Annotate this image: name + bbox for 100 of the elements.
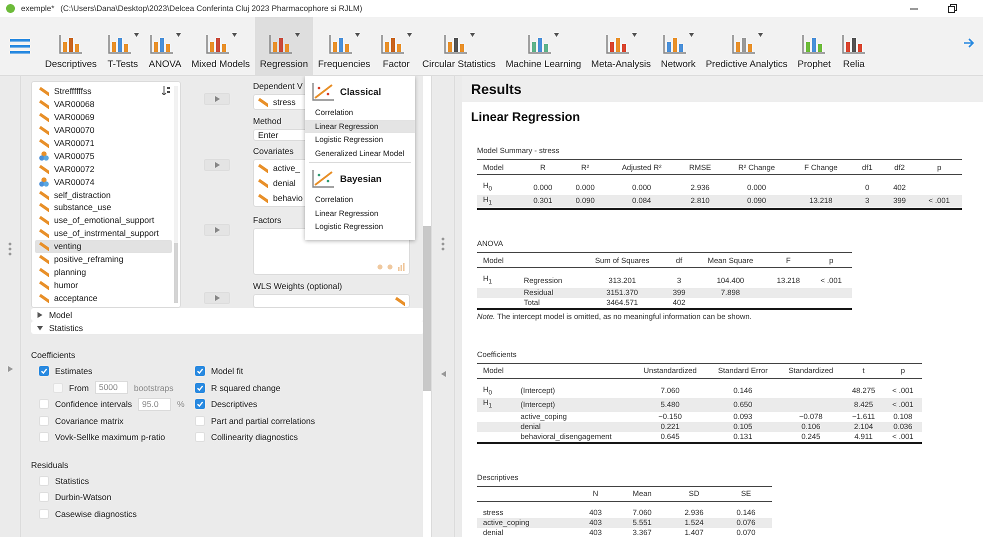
checkbox[interactable] bbox=[195, 399, 205, 410]
variable-item[interactable]: venting bbox=[35, 240, 172, 253]
option-label: Casewise diagnostics bbox=[55, 508, 137, 519]
collapse-icon[interactable] bbox=[440, 370, 446, 376]
ruler-icon bbox=[39, 190, 49, 200]
drag-handle-icon[interactable] bbox=[441, 236, 445, 250]
variable-item[interactable]: use_of_instrmental_support bbox=[35, 226, 172, 240]
menu-icon[interactable] bbox=[10, 38, 30, 54]
group-label: Coefficients bbox=[31, 350, 76, 360]
ruler-icon bbox=[258, 163, 268, 174]
field-label: Dependent V bbox=[253, 81, 303, 91]
ruler-icon bbox=[39, 292, 49, 303]
drag-handle-icon[interactable] bbox=[8, 242, 12, 256]
group-label: Residuals bbox=[31, 460, 68, 470]
chart-icon bbox=[380, 33, 406, 55]
file-name: exemple* bbox=[21, 4, 54, 13]
chart-icon bbox=[527, 33, 554, 55]
sort-icon[interactable] bbox=[162, 86, 170, 95]
variable-item[interactable]: acceptance bbox=[35, 291, 172, 304]
toolbar-button[interactable]: ANOVA bbox=[144, 17, 186, 75]
option-label: Estimates bbox=[55, 366, 92, 376]
checkbox[interactable] bbox=[195, 382, 205, 393]
field-label: Covariates bbox=[253, 146, 294, 156]
section-header[interactable]: Model bbox=[31, 308, 423, 321]
option-label: Collinearity diagnostics bbox=[211, 432, 298, 442]
menu-heading: Bayesian bbox=[340, 174, 382, 184]
ruler-icon bbox=[39, 125, 49, 136]
section-header[interactable]: Statistics bbox=[31, 321, 423, 334]
checkbox[interactable] bbox=[39, 366, 49, 376]
scrollbar-thumb[interactable] bbox=[423, 226, 431, 391]
option-label: Part and partial correlations bbox=[211, 416, 315, 426]
chart-icon bbox=[605, 33, 631, 55]
ruler-icon bbox=[39, 86, 49, 96]
chart-icon bbox=[58, 33, 84, 55]
variable-item[interactable]: VAR00075 bbox=[35, 149, 172, 162]
variable-item[interactable]: positive_reframing bbox=[35, 252, 172, 266]
toolbar-button[interactable]: Mixed Models bbox=[186, 17, 255, 75]
toolbar-button[interactable]: T-Tests bbox=[102, 17, 144, 75]
option-label: From bbox=[69, 382, 89, 393]
option-label: Statistics bbox=[55, 476, 90, 486]
variable-item[interactable]: denial bbox=[273, 178, 296, 188]
arrow-icon bbox=[214, 295, 220, 301]
restore-icon[interactable] bbox=[948, 4, 957, 13]
ruler-icon bbox=[39, 228, 49, 238]
variable-item[interactable]: active_ bbox=[273, 163, 300, 174]
file-path: (C:\Users\Dana\Desktop\2023\Delcea Conferinta Cluj 2023 Pharmacophore si RJLM) bbox=[60, 4, 362, 13]
toolbar-button[interactable]: Meta-Analysis bbox=[586, 17, 656, 75]
toolbar-button[interactable]: Regression bbox=[254, 17, 313, 75]
variable-item[interactable]: VAR00070 bbox=[35, 124, 172, 137]
option-label: R squared change bbox=[211, 382, 280, 393]
variable-item[interactable]: humor bbox=[35, 278, 172, 292]
ruler-icon bbox=[39, 99, 49, 110]
move-button[interactable] bbox=[204, 292, 230, 304]
expand-icon bbox=[37, 312, 43, 318]
input-field[interactable]: 5000 bbox=[94, 381, 128, 394]
regression-icon bbox=[311, 82, 335, 102]
chart-icon bbox=[662, 33, 688, 55]
variable-item[interactable]: substance_use bbox=[35, 201, 172, 214]
toolbar-button[interactable]: Prophet bbox=[792, 17, 836, 75]
app-logo-icon bbox=[6, 4, 15, 13]
variable-item[interactable]: VAR00074 bbox=[35, 175, 172, 188]
option-label: Covariance matrix bbox=[55, 416, 124, 426]
toolbar-button[interactable]: Network bbox=[656, 17, 701, 75]
variable-item[interactable]: planning bbox=[35, 265, 172, 278]
toolbar-button[interactable]: Relia bbox=[836, 17, 872, 75]
toolbar-button[interactable]: Descriptives bbox=[40, 17, 102, 75]
toolbar-button[interactable]: Machine Learning bbox=[500, 17, 586, 75]
ruler-icon bbox=[39, 138, 49, 148]
variable-item[interactable]: VAR00072 bbox=[35, 162, 172, 176]
toolbar-button[interactable]: Predictive Analytics bbox=[700, 17, 793, 75]
nominal-icon bbox=[39, 176, 49, 187]
move-button[interactable] bbox=[204, 93, 230, 105]
ruler-icon bbox=[39, 215, 49, 226]
chart-icon bbox=[268, 33, 294, 55]
chart-icon bbox=[730, 33, 757, 55]
arrow-icon bbox=[214, 227, 220, 233]
variable-item[interactable]: VAR00068 bbox=[35, 98, 172, 111]
ruler-icon bbox=[39, 202, 49, 212]
variable-item[interactable]: VAR00069 bbox=[35, 110, 172, 124]
collapse-icon bbox=[37, 324, 43, 330]
move-button[interactable] bbox=[204, 159, 230, 171]
toolbar-button[interactable]: Frequencies bbox=[312, 17, 376, 75]
checkbox[interactable] bbox=[195, 366, 205, 376]
variable-item[interactable]: behavio bbox=[273, 193, 303, 204]
variable-item[interactable]: Streffffffss bbox=[35, 85, 172, 98]
chart-icon bbox=[149, 33, 176, 55]
variable-item[interactable]: self_distraction bbox=[35, 188, 172, 202]
toolbar-button[interactable]: Factor bbox=[375, 17, 418, 75]
variable-item[interactable]: use_of_emotional_support bbox=[35, 214, 172, 227]
ruler-icon bbox=[39, 164, 49, 174]
ruler-icon bbox=[258, 96, 268, 107]
chart-icon bbox=[840, 33, 867, 55]
variable-item[interactable]: VAR00071 bbox=[35, 136, 172, 150]
chart-icon bbox=[328, 33, 354, 55]
weights-field[interactable] bbox=[253, 294, 410, 308]
move-button[interactable] bbox=[204, 224, 230, 236]
nominal-icon bbox=[39, 150, 49, 161]
toolbar-button[interactable]: Circular Statistics bbox=[417, 17, 501, 75]
unit-label: bootstraps bbox=[134, 382, 174, 393]
expand-icon[interactable] bbox=[8, 366, 12, 372]
